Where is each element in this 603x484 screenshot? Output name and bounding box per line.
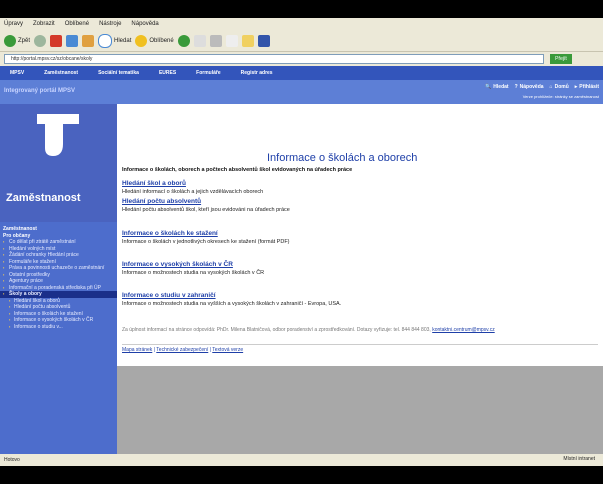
section-school-search: Hledání škol a oborů Hledání informací o… xyxy=(122,180,263,195)
section-abroad: Informace o studiu v zahraničí Informace… xyxy=(122,292,341,307)
home-icon[interactable] xyxy=(82,34,95,47)
blank-area xyxy=(117,366,603,454)
page-lead: Informace o školách, oborech a počtech a… xyxy=(122,167,353,173)
section-desc: Informace o školách v jednotlivých okres… xyxy=(122,239,290,245)
contact-text: Za úplnost informací na stránce odpovídá… xyxy=(122,327,431,333)
domu-link[interactable]: ⌂ Domů xyxy=(550,84,569,90)
menu-item-favorites[interactable]: Oblíbené xyxy=(65,21,89,27)
menu-bar: Úpravy Zobrazit Oblíbené Nástroje Nápově… xyxy=(0,18,603,30)
portal-subtext: Verze prohlížeče: stránky se zaměstnanos… xyxy=(522,94,599,99)
help-icon: ? xyxy=(514,84,518,90)
search-icon xyxy=(98,33,113,48)
refresh-icon[interactable] xyxy=(66,34,79,47)
footer-links: Mapa stránek | Technické zabezpečení | T… xyxy=(122,347,244,353)
top-nav: MPSV Zaměstnanost Sociální tematika EURE… xyxy=(0,66,603,80)
hledat-link[interactable]: 🔍 Hledat xyxy=(485,84,509,90)
screen: Úpravy Zobrazit Oblíbené Nástroje Nápově… xyxy=(0,0,603,484)
nav-zamestnanost[interactable]: Zaměstnanost xyxy=(34,70,88,76)
address-input[interactable]: http://portal.mpsv.cz/sz/obcane/skoly xyxy=(4,54,544,64)
top-black-bar xyxy=(0,0,603,18)
contact-email-link[interactable]: kontaktni.centrum@mpsv.cz xyxy=(432,327,495,333)
nav-registr[interactable]: Registr adres xyxy=(231,70,283,76)
nav-formulare[interactable]: Formuláře xyxy=(186,70,230,76)
section-desc: Informace o možnostech studia na vyšších… xyxy=(122,301,342,307)
section-desc: Hledání informací o školách a jejich vzd… xyxy=(122,189,264,195)
mail-icon[interactable] xyxy=(193,34,206,47)
login-icon: ▸ xyxy=(574,84,578,90)
main-content: Informace o školách a oborech Informace … xyxy=(117,104,603,454)
napoveda-link[interactable]: ? Nápověda xyxy=(515,84,544,90)
menu-item-help[interactable]: Nápověda xyxy=(131,21,158,27)
sidebar-menu: Zaměstnanost Pro občany Co dělat při ztr… xyxy=(0,226,117,330)
nav-socialni[interactable]: Sociální tematika xyxy=(88,70,149,76)
bottom-black-bar xyxy=(0,466,603,484)
address-bar: http://portal.mpsv.cz/sz/obcane/skoly Př… xyxy=(0,52,603,66)
section-universities: Informace o vysokých školách v ČR Inform… xyxy=(122,261,264,276)
section-desc: Informace o možnostech studia na vysokýc… xyxy=(122,270,265,276)
search-button[interactable]: Hledat xyxy=(98,33,131,48)
search-icon: 🔍 xyxy=(485,84,492,90)
portal-links: 🔍 Hledat ? Nápověda ⌂ Domů ▸ Přihlásit xyxy=(485,84,599,90)
menu-item-edit[interactable]: Úpravy xyxy=(4,21,23,27)
section-link[interactable]: Informace o školách ke stažení xyxy=(122,230,290,237)
page-title: Informace o školách a oborech xyxy=(267,152,418,164)
prihlasit-link[interactable]: ▸ Přihlásit xyxy=(575,84,599,90)
logo-box: Zaměstnanost xyxy=(0,104,117,222)
section-download: Informace o školách ke stažení Informace… xyxy=(122,230,290,245)
menu-item-tools[interactable]: Nástroje xyxy=(99,21,121,27)
section-link[interactable]: Hledání počtu absolventů xyxy=(122,198,290,205)
sidebar: Zaměstnanost Zaměstnanost Pro občany Co … xyxy=(0,104,117,454)
portal-header: Integrovaný portál MPSV 🔍 Hledat ? Nápověd… xyxy=(0,80,603,104)
section-link[interactable]: Hledání škol a oborů xyxy=(122,180,263,187)
section-title: Zaměstnanost xyxy=(6,192,81,204)
section-graduates: Hledání počtu absolventů Hledání počtu a… xyxy=(122,198,290,213)
technical-link[interactable]: Technické zabezpečení xyxy=(156,347,208,353)
zone-indicator: Místní intranet xyxy=(563,456,595,462)
star-icon xyxy=(135,34,148,47)
sitemap-link[interactable]: Mapa stránek xyxy=(122,347,152,353)
back-arrow-icon xyxy=(4,34,16,47)
edit-icon[interactable] xyxy=(225,34,238,47)
main-body: Informace o školách a oborech Informace … xyxy=(117,104,603,366)
status-text: Hotovo xyxy=(4,457,20,463)
menu-item-view[interactable]: Zobrazit xyxy=(33,21,55,27)
stop-icon[interactable] xyxy=(50,34,63,47)
section-link[interactable]: Informace o studiu v zahraničí xyxy=(122,292,341,299)
forward-arrow-icon[interactable] xyxy=(34,34,47,47)
folder-icon[interactable] xyxy=(241,34,254,47)
sidebar-subitem[interactable]: Informace o studiu v... xyxy=(0,324,117,331)
print-icon[interactable] xyxy=(209,34,222,47)
home-icon: ⌂ xyxy=(549,84,553,90)
toolbar: Zpět Hledat Oblíbené xyxy=(0,30,603,52)
status-bar: Hotovo Místní intranet xyxy=(0,454,603,466)
ministry-logo-icon xyxy=(37,114,79,156)
nav-mpsv[interactable]: MPSV xyxy=(0,70,34,76)
history-icon[interactable] xyxy=(177,34,190,47)
messenger-icon[interactable] xyxy=(257,34,270,47)
text-version-link[interactable]: Textová verze xyxy=(212,347,243,353)
nav-eures[interactable]: EURES xyxy=(149,70,186,76)
divider xyxy=(122,344,598,345)
back-button[interactable]: Zpět xyxy=(4,34,30,47)
go-button[interactable]: Přejít xyxy=(550,54,572,64)
contact-note: Za úplnost informací na stránce odpovídá… xyxy=(122,327,600,334)
section-desc: Hledání počtu absolventů škol, kteří jso… xyxy=(122,207,290,213)
section-link[interactable]: Informace o vysokých školách v ČR xyxy=(122,261,264,268)
favorites-button[interactable]: Oblíbené xyxy=(135,34,174,47)
portal-title: Integrovaný portál MPSV xyxy=(4,88,76,94)
